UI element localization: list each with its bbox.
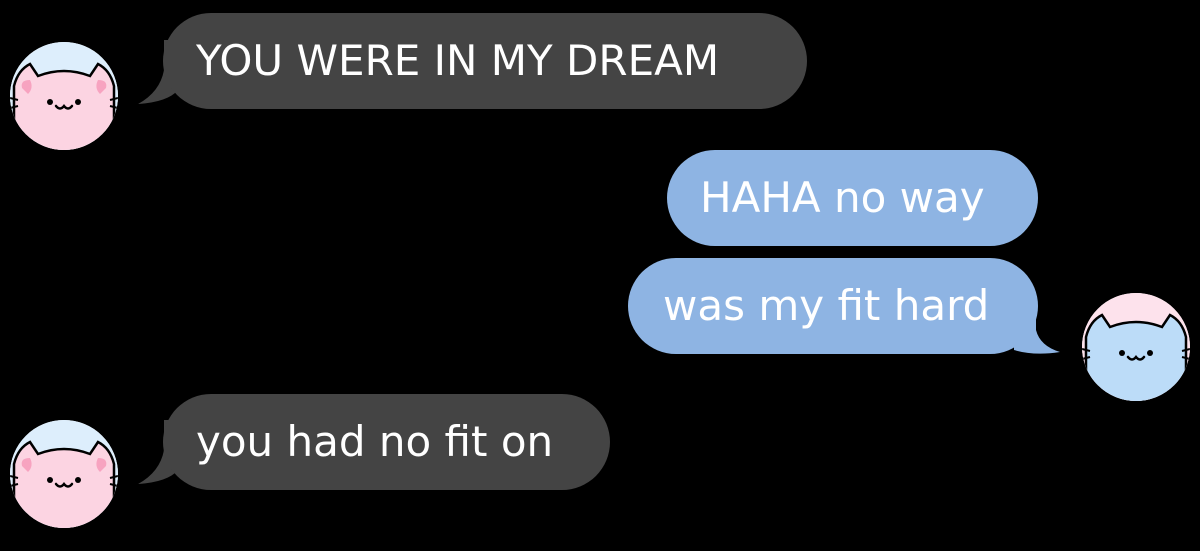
chat-screen: YOU WERE IN MY DREAM HAHA no way was my …: [0, 0, 1200, 551]
blue-cat-avatar[interactable]: [1080, 291, 1192, 403]
message-text: was my fit hard: [663, 281, 990, 330]
incoming-message-bubble[interactable]: you had no fit on: [163, 394, 610, 490]
message-text: HAHA no way: [700, 173, 985, 222]
blue-cat-icon: [1080, 291, 1192, 403]
message-text: you had no fit on: [196, 417, 554, 466]
pink-cat-avatar[interactable]: [8, 40, 120, 152]
outgoing-message-bubble[interactable]: was my fit hard: [628, 258, 1038, 354]
pink-cat-avatar[interactable]: [8, 418, 120, 530]
pink-cat-icon: [8, 40, 120, 152]
pink-cat-icon: [8, 418, 120, 530]
message-text: YOU WERE IN MY DREAM: [196, 36, 720, 85]
incoming-message-bubble[interactable]: YOU WERE IN MY DREAM: [163, 13, 807, 109]
outgoing-message-bubble[interactable]: HAHA no way: [667, 150, 1038, 246]
bubble-tail: [1014, 300, 1060, 354]
